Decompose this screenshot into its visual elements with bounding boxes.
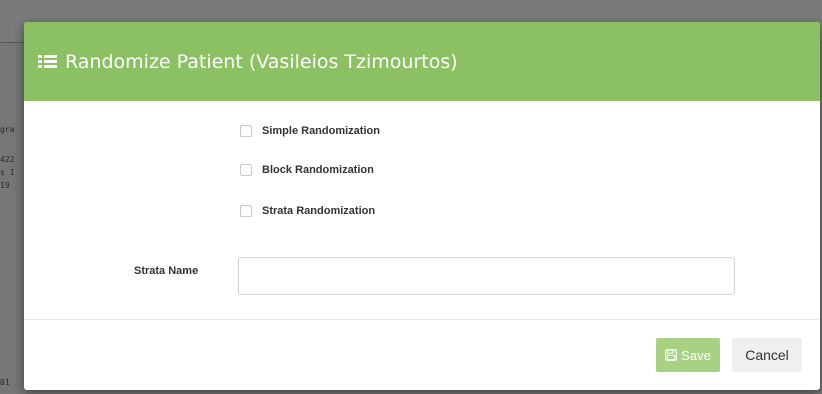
block-randomization-label: Block Randomization	[262, 164, 374, 176]
strata-randomization-checkbox[interactable]	[240, 205, 252, 217]
modal-body: Simple Randomization Block Randomization…	[24, 101, 820, 319]
modal-footer: Save Cancel	[24, 319, 820, 390]
block-randomization-option[interactable]: Block Randomization	[240, 164, 374, 176]
modal-title-text: Randomize Patient (Vasileios Tzimourtos)	[65, 50, 458, 73]
modal-title: Randomize Patient (Vasileios Tzimourtos)	[38, 51, 458, 73]
save-button[interactable]: Save	[656, 338, 720, 372]
simple-randomization-label: Simple Randomization	[262, 125, 380, 137]
background-text: 422	[0, 155, 15, 164]
randomize-patient-dialog: Randomize Patient (Vasileios Tzimourtos)…	[24, 22, 820, 390]
strata-randomization-option[interactable]: Strata Randomization	[240, 205, 375, 217]
simple-randomization-option[interactable]: Simple Randomization	[240, 125, 380, 137]
modal-header: Randomize Patient (Vasileios Tzimourtos)	[24, 22, 820, 101]
strata-name-label: Strata Name	[134, 265, 199, 277]
cancel-button[interactable]: Cancel	[732, 338, 802, 372]
background-text: 01	[0, 378, 10, 387]
background-text: s 1	[0, 168, 15, 177]
block-randomization-checkbox[interactable]	[240, 164, 252, 176]
strata-name-input[interactable]	[238, 257, 735, 295]
floppy-disk-icon	[665, 349, 678, 361]
background-text: gra	[0, 125, 15, 134]
close-icon[interactable]	[794, 52, 808, 66]
save-button-label: Save	[681, 347, 711, 363]
strata-randomization-label: Strata Randomization	[262, 205, 376, 217]
simple-randomization-checkbox[interactable]	[240, 125, 252, 137]
cancel-button-label: Cancel	[745, 347, 789, 363]
list-icon	[38, 54, 57, 69]
background-text: 19	[0, 181, 10, 190]
